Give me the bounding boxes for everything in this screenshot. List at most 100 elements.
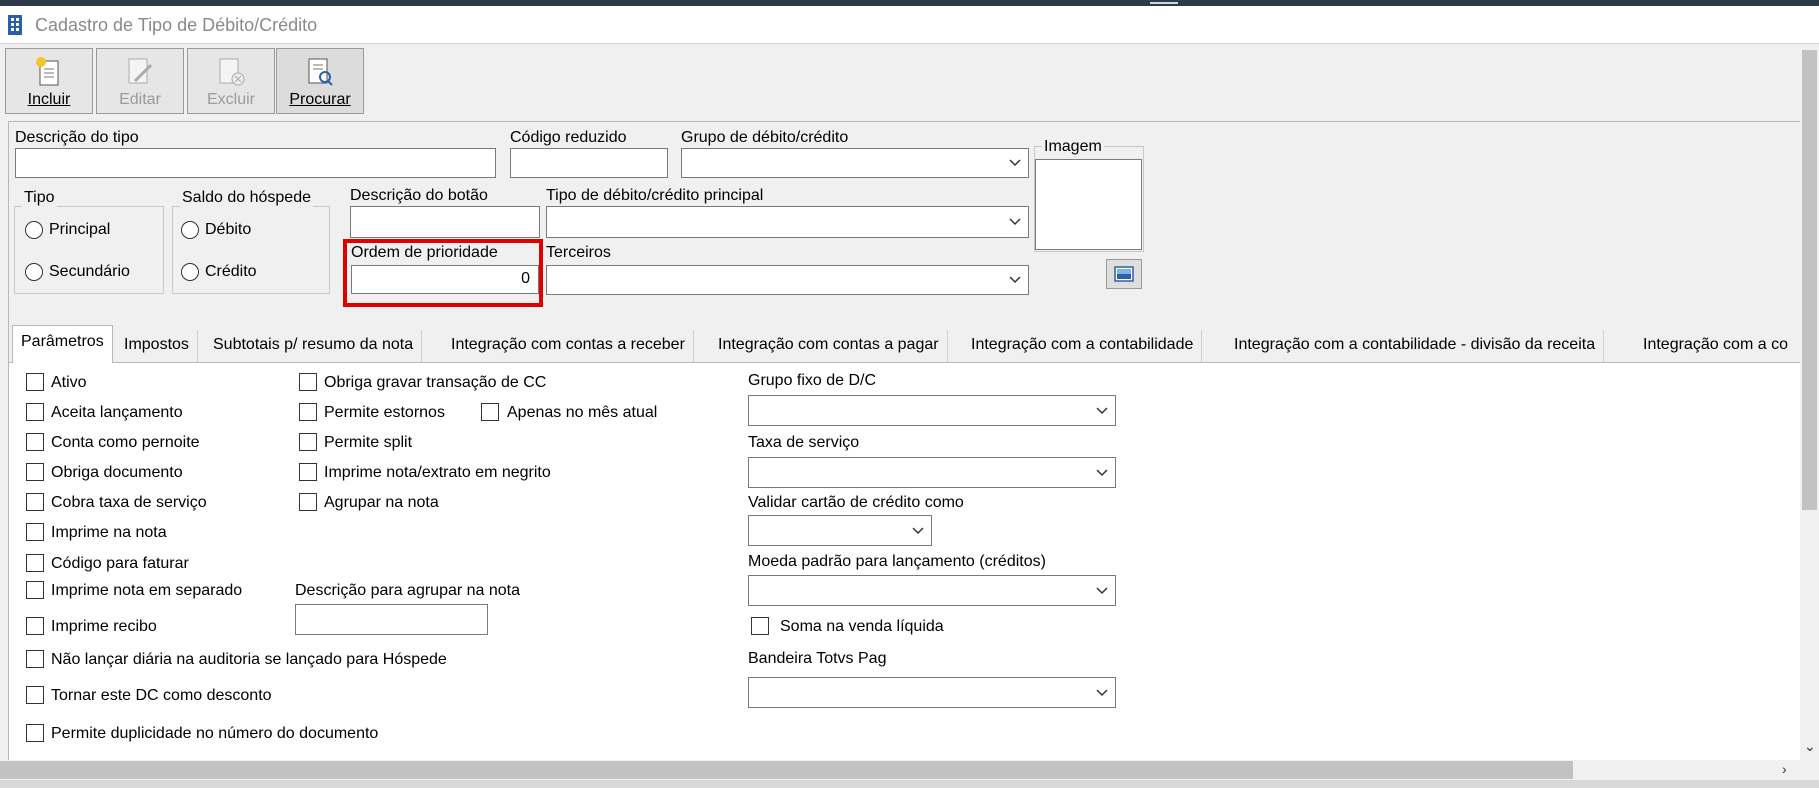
vertical-scroll-thumb[interactable] bbox=[1802, 50, 1817, 510]
editar-label: Editar bbox=[119, 91, 161, 108]
imprime-negrito-label: Imprime nota/extrato em negrito bbox=[324, 464, 551, 481]
horizontal-scroll-thumb[interactable] bbox=[0, 761, 1573, 779]
tipo-label: Tipo bbox=[22, 189, 57, 207]
imprime-negrito-checkbox[interactable] bbox=[299, 463, 317, 481]
incluir-label: Incluir bbox=[27, 91, 71, 108]
tipo-principal-label: Principal bbox=[49, 221, 111, 238]
tab-contas-receber[interactable]: Integração com contas a receber bbox=[443, 330, 694, 362]
obriga-transacao-cc-checkbox[interactable] bbox=[299, 373, 317, 391]
agrupar-nota-checkbox[interactable] bbox=[299, 493, 317, 511]
descricao-botao-label: Descrição do botão bbox=[350, 187, 488, 204]
moeda-padrao-select[interactable] bbox=[748, 575, 1116, 606]
highlight-box bbox=[343, 239, 543, 307]
tipo-principal-radio[interactable] bbox=[25, 221, 43, 239]
excluir-label: Excluir bbox=[206, 91, 255, 108]
chevron-down-icon bbox=[1096, 468, 1108, 476]
editar-button[interactable]: Editar bbox=[96, 48, 184, 114]
image-icon bbox=[1114, 266, 1134, 282]
soma-venda-liquida-checkbox[interactable] bbox=[751, 617, 769, 635]
descricao-tipo-input[interactable] bbox=[15, 148, 496, 178]
window-title: Cadastro de Tipo de Débito/Crédito bbox=[35, 15, 318, 35]
procurar-button[interactable]: Procurar bbox=[276, 48, 364, 114]
tab-contabilidade[interactable]: Integração com a contabilidade bbox=[963, 330, 1203, 362]
taxa-servico-label: Taxa de serviço bbox=[748, 434, 860, 451]
terceiros-select[interactable] bbox=[546, 265, 1029, 295]
descricao-agrupar-input[interactable] bbox=[295, 604, 488, 635]
imagem-label: Imagem bbox=[1042, 138, 1104, 156]
procurar-label: Procurar bbox=[289, 91, 351, 108]
chevron-down-icon bbox=[1009, 159, 1021, 167]
scroll-right-icon[interactable]: › bbox=[1782, 761, 1787, 777]
ativo-checkbox[interactable] bbox=[26, 373, 44, 391]
scroll-down-icon[interactable]: ⌄ bbox=[1804, 738, 1816, 755]
permite-split-label: Permite split bbox=[324, 434, 413, 451]
saldo-hospede-label: Saldo do hóspede bbox=[180, 189, 313, 207]
tab-contabilidade-extra[interactable]: Integração com a co bbox=[1635, 330, 1796, 362]
permite-duplicidade-checkbox[interactable] bbox=[26, 724, 44, 742]
form-frame-top bbox=[8, 121, 1819, 122]
validar-cartao-label: Validar cartão de crédito como bbox=[748, 494, 964, 511]
search-document-icon bbox=[308, 58, 333, 86]
excluir-button[interactable]: Excluir bbox=[187, 48, 275, 114]
chevron-down-icon bbox=[1009, 276, 1021, 284]
validar-cartao-select[interactable] bbox=[748, 515, 932, 546]
saldo-debito-label: Débito bbox=[205, 221, 252, 238]
codigo-reduzido-input[interactable] bbox=[510, 148, 668, 178]
imprime-nota-checkbox[interactable] bbox=[26, 523, 44, 541]
building-icon bbox=[8, 15, 22, 35]
descricao-botao-input[interactable] bbox=[350, 206, 540, 238]
saldo-debito-radio[interactable] bbox=[181, 221, 199, 239]
terceiros-label: Terceiros bbox=[546, 244, 611, 261]
obriga-documento-label: Obriga documento bbox=[51, 464, 183, 481]
taxa-servico-select[interactable] bbox=[748, 457, 1116, 488]
imprime-recibo-checkbox[interactable] bbox=[26, 617, 44, 635]
ativo-label: Ativo bbox=[51, 374, 87, 391]
nao-lancar-diaria-label: Não lançar diária na auditoria se lançad… bbox=[51, 651, 447, 668]
tornar-desconto-checkbox[interactable] bbox=[26, 686, 44, 704]
imagem-picker-button[interactable] bbox=[1106, 259, 1142, 289]
cobra-taxa-servico-checkbox[interactable] bbox=[26, 493, 44, 511]
tab-subtotais[interactable]: Subtotais p/ resumo da nota bbox=[205, 330, 423, 362]
permite-split-checkbox[interactable] bbox=[299, 433, 317, 451]
tab-parametros[interactable]: Parâmetros bbox=[12, 325, 113, 363]
tipo-secundario-radio[interactable] bbox=[25, 263, 43, 281]
imprime-nota-label: Imprime na nota bbox=[51, 524, 167, 541]
apenas-mes-atual-checkbox[interactable] bbox=[481, 403, 499, 421]
incluir-button[interactable]: Incluir bbox=[5, 48, 93, 114]
saldo-credito-radio[interactable] bbox=[181, 263, 199, 281]
tipo-principal-dc-select[interactable] bbox=[546, 206, 1029, 238]
grupo-fixo-label: Grupo fixo de D/C bbox=[748, 372, 877, 389]
chevron-down-icon bbox=[1096, 586, 1108, 594]
window-top-mark bbox=[1150, 2, 1178, 4]
saldo-credito-label: Crédito bbox=[205, 263, 257, 280]
tipo-secundario-label: Secundário bbox=[49, 263, 130, 280]
bandeira-totvs-label: Bandeira Totvs Pag bbox=[748, 650, 887, 667]
tab-contabilidade-divisao[interactable]: Integração com a contabilidade - divisão… bbox=[1226, 330, 1605, 362]
descricao-agrupar-label: Descrição para agrupar na nota bbox=[295, 582, 521, 599]
permite-estornos-label: Permite estornos bbox=[324, 404, 445, 421]
imprime-recibo-label: Imprime recibo bbox=[51, 618, 157, 635]
conta-pernoite-checkbox[interactable] bbox=[26, 433, 44, 451]
obriga-documento-checkbox[interactable] bbox=[26, 463, 44, 481]
edit-document-icon bbox=[128, 58, 153, 84]
aceita-lancamento-label: Aceita lançamento bbox=[51, 404, 183, 421]
imprime-nota-separado-label: Imprime nota em separado bbox=[51, 582, 243, 599]
grupo-fixo-select[interactable] bbox=[748, 395, 1116, 426]
codigo-faturar-checkbox[interactable] bbox=[26, 554, 44, 572]
obriga-transacao-cc-label: Obriga gravar transação de CC bbox=[324, 374, 547, 391]
grupo-debito-credito-select[interactable] bbox=[681, 148, 1029, 178]
chevron-down-icon bbox=[1096, 406, 1108, 414]
imagem-preview bbox=[1035, 159, 1142, 250]
nao-lancar-diaria-checkbox[interactable] bbox=[26, 650, 44, 668]
imprime-nota-separado-checkbox[interactable] bbox=[26, 581, 44, 599]
aceita-lancamento-checkbox[interactable] bbox=[26, 403, 44, 421]
cobra-taxa-servico-label: Cobra taxa de serviço bbox=[51, 494, 207, 511]
bandeira-totvs-select[interactable] bbox=[748, 677, 1116, 708]
tab-contas-pagar[interactable]: Integração com contas a pagar bbox=[710, 330, 948, 362]
descricao-tipo-label: Descrição do tipo bbox=[15, 129, 139, 146]
conta-pernoite-label: Conta como pernoite bbox=[51, 434, 200, 451]
apenas-mes-atual-label: Apenas no mês atual bbox=[507, 404, 658, 421]
permite-estornos-checkbox[interactable] bbox=[299, 403, 317, 421]
tab-impostos[interactable]: Impostos bbox=[116, 330, 198, 362]
chevron-down-icon bbox=[1009, 218, 1021, 226]
